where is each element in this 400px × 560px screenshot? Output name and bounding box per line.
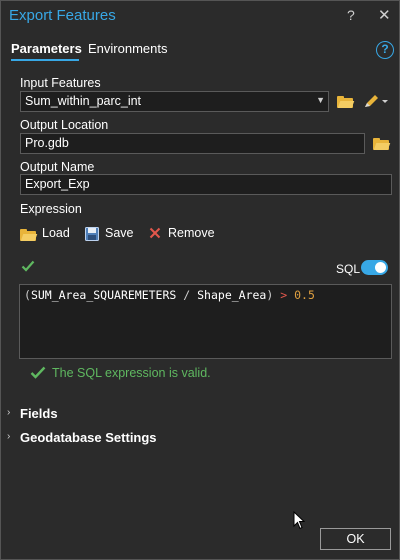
browse-input-folder-icon[interactable]: [337, 96, 355, 108]
input-features-dropdown[interactable]: Sum_within_parc_int ▼: [20, 91, 329, 112]
expr-divide-operator: /: [176, 288, 198, 302]
fields-section-header[interactable]: Fields: [20, 406, 58, 421]
output-name-input[interactable]: Export_Exp: [20, 174, 392, 195]
geodatabase-chevron-right-icon[interactable]: ›: [7, 431, 10, 442]
output-location-field[interactable]: Pro.gdb: [20, 133, 365, 154]
output-name-value: Export_Exp: [25, 177, 90, 191]
verify-checkmark-icon[interactable]: [21, 260, 35, 272]
input-features-label: Input Features: [20, 76, 101, 90]
fields-chevron-right-icon[interactable]: ›: [7, 407, 10, 418]
geodatabase-settings-section-header[interactable]: Geodatabase Settings: [20, 430, 157, 445]
ok-button[interactable]: OK: [320, 528, 391, 550]
active-tab-indicator: [11, 59, 79, 61]
browse-output-folder-icon[interactable]: [373, 138, 391, 150]
expr-threshold-value: 0.5: [294, 288, 315, 302]
dialog-title: Export Features: [9, 7, 116, 24]
mouse-pointer-icon: [293, 510, 306, 533]
close-icon[interactable]: ✕: [378, 6, 391, 24]
output-name-label: Output Name: [20, 160, 95, 174]
sql-toggle-switch[interactable]: [361, 260, 388, 275]
export-features-dialog: Export Features ? ✕ Parameters Environme…: [0, 0, 400, 560]
expr-field-shape-area: Shape_Area: [197, 288, 267, 302]
expr-open-paren: (: [24, 288, 31, 302]
tool-help-icon[interactable]: ?: [376, 41, 394, 59]
toggle-knob: [375, 262, 386, 273]
tab-parameters[interactable]: Parameters: [11, 41, 82, 56]
output-location-label: Output Location: [20, 118, 109, 132]
title-bar: Export Features ? ✕: [1, 1, 399, 31]
expr-comparison-operator: >: [273, 288, 295, 302]
save-disk-icon: [85, 227, 99, 241]
remove-button[interactable]: Remove: [168, 226, 215, 240]
valid-checkmark-icon: [30, 366, 46, 379]
help-icon[interactable]: ?: [347, 7, 355, 23]
input-features-value: Sum_within_parc_int: [25, 94, 142, 108]
validation-message: The SQL expression is valid.: [52, 366, 211, 380]
load-folder-icon: [20, 229, 38, 241]
chevron-down-icon[interactable]: ▼: [316, 95, 325, 105]
output-location-value: Pro.gdb: [25, 136, 69, 150]
edit-pencil-icon[interactable]: [363, 92, 389, 110]
sql-expression-editor[interactable]: (SUM_Area_SQUAREMETERS / Shape_Area) > 0…: [19, 284, 392, 359]
tab-environments[interactable]: Environments: [88, 41, 167, 56]
remove-x-icon: [149, 227, 161, 239]
expression-label: Expression: [20, 202, 82, 216]
sql-toggle-label: SQL: [336, 262, 361, 276]
load-button[interactable]: Load: [42, 226, 70, 240]
save-button[interactable]: Save: [105, 226, 134, 240]
expr-field-sum-area: SUM_Area_SQUAREMETERS: [30, 288, 177, 302]
